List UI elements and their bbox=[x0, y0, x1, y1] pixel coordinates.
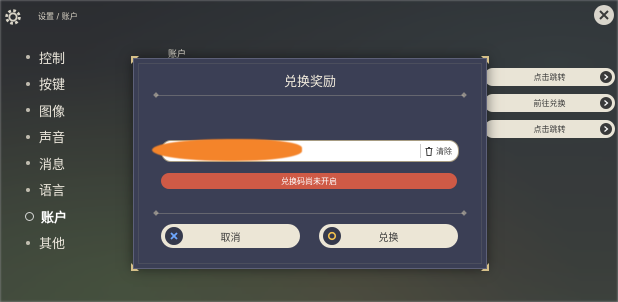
redeem-label: 兑换 bbox=[378, 232, 399, 244]
arrow-right-icon bbox=[600, 71, 612, 83]
divider bbox=[153, 92, 467, 98]
jump-button-1[interactable]: 点击跳转 bbox=[484, 68, 615, 86]
corner-ornament-icon bbox=[131, 56, 139, 64]
jump-button-2[interactable]: 点击跳转 bbox=[484, 120, 615, 138]
arrow-right-icon bbox=[600, 123, 612, 135]
gear-icon bbox=[2, 6, 24, 28]
close-icon bbox=[599, 10, 609, 20]
cancel-button[interactable]: 取消 bbox=[161, 224, 300, 248]
circle-icon bbox=[323, 227, 341, 245]
sidebar-item-label: 声音 bbox=[39, 131, 66, 147]
sidebar-item-label: 账户 bbox=[41, 210, 68, 226]
clear-button[interactable]: 清除 bbox=[420, 144, 452, 158]
settings-sidebar: 控制 按键 图像 声音 消息 语言 账户 其他 bbox=[23, 44, 68, 257]
sidebar-item-label: 控制 bbox=[39, 51, 66, 67]
jump-button-label: 点击跳转 bbox=[533, 124, 566, 134]
sidebar-item-audio[interactable]: 声音 bbox=[26, 124, 67, 151]
sidebar-item-label: 图像 bbox=[39, 104, 66, 120]
error-message: 兑换码尚未开启 bbox=[161, 173, 457, 189]
cancel-label: 取消 bbox=[220, 232, 241, 244]
breadcrumb: 设置 / 账户 bbox=[38, 12, 78, 21]
sidebar-item-label: 其他 bbox=[39, 237, 66, 253]
sidebar-item-keybinds[interactable]: 按键 bbox=[26, 71, 67, 98]
close-button[interactable] bbox=[594, 5, 614, 25]
redeem-link-button[interactable]: 前往兑换 bbox=[484, 94, 615, 112]
redeem-dialog: 兑换奖励 清除 兑换码尚未开启 取消 兑换 bbox=[131, 56, 489, 271]
sidebar-item-language[interactable]: 语言 bbox=[26, 177, 67, 204]
sidebar-item-label: 按键 bbox=[39, 78, 66, 94]
sidebar-item-label: 消息 bbox=[39, 157, 66, 173]
trash-icon bbox=[425, 146, 433, 156]
divider bbox=[153, 210, 467, 216]
corner-ornament-icon bbox=[131, 263, 139, 271]
corner-ornament-icon bbox=[481, 263, 489, 271]
dialog-title: 兑换奖励 bbox=[283, 75, 336, 90]
sidebar-item-account[interactable]: 账户 bbox=[23, 203, 68, 230]
sidebar-item-graphics[interactable]: 图像 bbox=[26, 97, 67, 124]
redeem-code-input[interactable] bbox=[174, 143, 418, 161]
sidebar-item-controls[interactable]: 控制 bbox=[26, 44, 67, 71]
redeem-link-label: 前往兑换 bbox=[533, 98, 566, 108]
redeem-code-field[interactable]: 清除 bbox=[152, 139, 459, 162]
jump-button-label: 点击跳转 bbox=[533, 72, 566, 82]
clear-label: 清除 bbox=[436, 146, 452, 156]
redeem-button[interactable]: 兑换 bbox=[319, 224, 458, 248]
cross-icon bbox=[165, 227, 183, 245]
sidebar-item-messages[interactable]: 消息 bbox=[26, 150, 67, 177]
arrow-right-icon bbox=[600, 97, 612, 109]
sidebar-item-label: 语言 bbox=[39, 184, 66, 200]
corner-ornament-icon bbox=[481, 56, 489, 64]
sidebar-item-other[interactable]: 其他 bbox=[26, 230, 67, 257]
